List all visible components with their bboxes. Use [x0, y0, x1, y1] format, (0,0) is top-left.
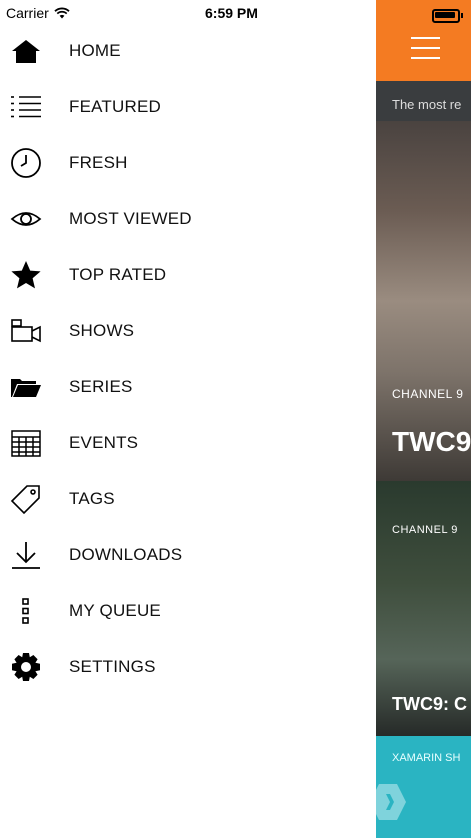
menu-item-label: EVENTS [69, 433, 139, 452]
card-title: TWC9 [392, 426, 471, 457]
list-icon [10, 91, 42, 123]
nav-bar [376, 0, 471, 81]
menu-item-label: FEATURED [69, 97, 161, 116]
video-card[interactable]: XAMARIN SH [376, 736, 471, 838]
wifi-icon [54, 7, 70, 19]
menu-item-label: HOME [69, 41, 121, 60]
xamarin-logo-icon [376, 784, 406, 820]
clock-icon [10, 147, 42, 179]
menu-item-label: TAGS [69, 489, 115, 508]
menu-item-label: SHOWS [69, 321, 135, 340]
card-show-name: CHANNEL 9 [392, 524, 458, 536]
tag-icon [10, 483, 42, 515]
card-title: TWC9: C [392, 694, 467, 714]
menu-item-label: SETTINGS [69, 657, 156, 676]
video-camera-icon [10, 315, 42, 347]
menu-item-top-rated[interactable]: TOP RATED [0, 247, 376, 303]
clock-time: 6:59 PM [205, 5, 258, 21]
menu-item-most-viewed[interactable]: MOST VIEWED [0, 191, 376, 247]
menu-item-settings[interactable]: SETTINGS [0, 639, 376, 695]
menu-item-featured[interactable]: FEATURED [0, 79, 376, 135]
menu-item-label: SERIES [69, 377, 133, 396]
hamburger-menu-icon[interactable] [411, 37, 440, 59]
section-subtitle: The most re [376, 81, 471, 121]
menu-item-tags[interactable]: TAGS [0, 471, 376, 527]
carrier-group: Carrier [6, 5, 70, 21]
gear-icon [10, 651, 42, 683]
carrier-label: Carrier [6, 5, 49, 21]
battery-icon [432, 9, 463, 23]
home-icon [10, 35, 42, 67]
card-show-name: CHANNEL 9 [392, 387, 464, 401]
menu-item-my-queue[interactable]: MY QUEUE [0, 583, 376, 639]
eye-icon [10, 203, 42, 235]
download-icon [10, 539, 42, 571]
main-content-panel[interactable]: The most re CHANNEL 9 TWC9 CHANNEL 9 TWC… [376, 0, 471, 838]
folder-icon [10, 371, 42, 403]
calendar-grid-icon [10, 427, 42, 459]
menu-item-label: FRESH [69, 153, 128, 172]
star-icon [10, 259, 42, 291]
menu-item-label: MOST VIEWED [69, 209, 192, 228]
video-card[interactable]: CHANNEL 9 TWC9 [376, 121, 471, 481]
menu-item-series[interactable]: SERIES [0, 359, 376, 415]
menu-item-label: TOP RATED [69, 265, 167, 284]
queue-icon [10, 595, 42, 627]
menu-item-events[interactable]: EVENTS [0, 415, 376, 471]
menu-item-home[interactable]: HOME [0, 23, 376, 79]
menu-item-label: MY QUEUE [69, 601, 161, 620]
video-card[interactable]: CHANNEL 9 TWC9: C [376, 481, 471, 736]
menu-item-downloads[interactable]: DOWNLOADS [0, 527, 376, 583]
menu-item-fresh[interactable]: FRESH [0, 135, 376, 191]
menu-item-label: DOWNLOADS [69, 545, 183, 564]
menu-item-shows[interactable]: SHOWS [0, 303, 376, 359]
card-show-name: XAMARIN SH [392, 752, 461, 764]
